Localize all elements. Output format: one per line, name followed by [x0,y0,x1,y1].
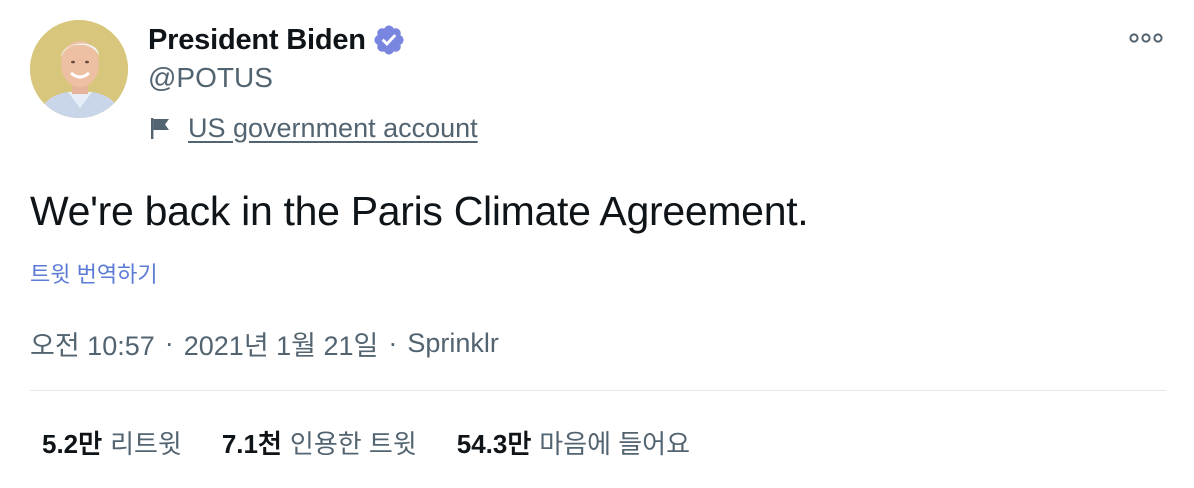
flag-icon [148,115,174,141]
name-row: President Biden [148,22,406,58]
avatar[interactable] [30,20,128,118]
government-account-link[interactable]: US government account [188,113,478,144]
quote-tweets-count: 7.1천 [221,429,282,459]
tweet-card: President Biden @POTUS US government acc… [0,0,1194,488]
user-handle[interactable]: @POTUS [148,62,273,94]
verified-badge-icon [372,23,406,57]
tweet-text: We're back in the Paris Climate Agreemen… [30,188,809,234]
likes-count: 54.3만 [456,429,532,459]
tweet-source[interactable]: Sprinklr [407,328,499,359]
more-options-button[interactable] [1128,24,1164,52]
divider [30,390,1166,391]
meta-separator: · [388,328,398,358]
tweet-date[interactable]: 2021년 1월 21일 [184,324,379,363]
retweets-stat[interactable]: 5.2만 리트윗 [42,424,182,461]
quote-tweets-label: 인용한 트윗 [289,429,417,459]
government-account-label: US government account [148,110,478,146]
retweets-label: 리트윗 [110,429,182,459]
translate-tweet-link[interactable]: 트윗 번역하기 [30,257,158,289]
likes-stat[interactable]: 54.3만 마음에 들어요 [457,424,690,461]
tweet-metadata: 오전 10:57 · 2021년 1월 21일 · Sprinklr [30,324,499,363]
profile-photo [30,20,128,118]
display-name[interactable]: President Biden [148,24,366,57]
retweets-count: 5.2만 [42,429,103,459]
more-dots-icon [1129,33,1163,43]
tweet-time[interactable]: 오전 10:57 [30,324,155,363]
quote-tweets-stat[interactable]: 7.1천 인용한 트윗 [222,424,417,461]
meta-separator: · [164,328,174,358]
likes-label: 마음에 들어요 [539,429,691,459]
tweet-stats: 5.2만 리트윗 7.1천 인용한 트윗 54.3만 마음에 들어요 [42,424,730,461]
